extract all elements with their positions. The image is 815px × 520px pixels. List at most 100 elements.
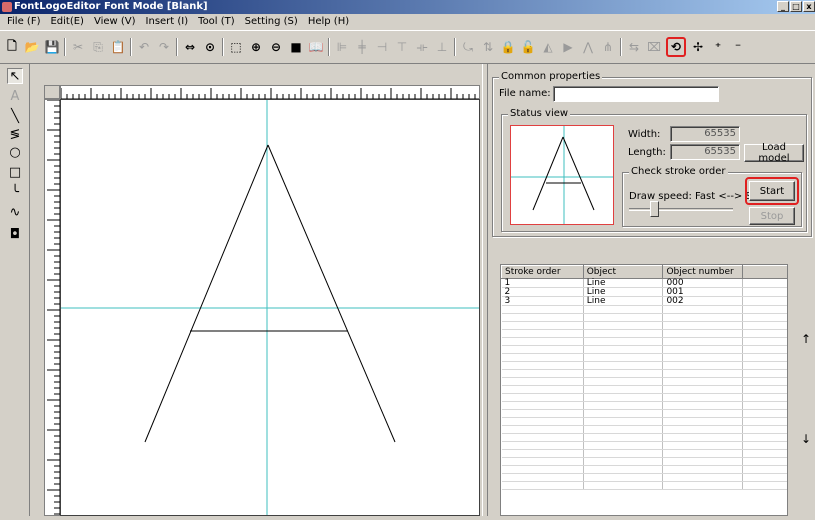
mirror-v-icon[interactable]: ⋔ [600,39,616,55]
table-row [501,433,787,442]
open-icon[interactable]: 📂 [24,39,40,55]
text-a-icon[interactable]: A [7,88,23,104]
close-button[interactable]: x [803,1,815,12]
save-icon[interactable]: 💾 [44,39,60,55]
table-cell [662,329,744,338]
table-cell [501,337,584,346]
freehand-tool-icon[interactable]: ≶ [7,126,23,142]
table-row [501,441,787,450]
column-header[interactable]: Object [582,265,664,279]
undo-icon[interactable]: ↶ [136,39,152,55]
rectangle-tool-icon[interactable]: □ [7,164,23,180]
select-region-icon[interactable]: ⬚ [228,39,244,55]
connect-icon[interactable]: ⇆ [626,39,642,55]
add-point-icon[interactable]: ✢ [690,39,706,55]
table-cell [742,385,787,394]
cut-icon[interactable]: ✂ [70,39,86,55]
load-model-button[interactable]: Load model [744,142,804,164]
delete-point-icon[interactable]: ⁻ [730,39,746,55]
table-row[interactable]: 2 Line 001 [501,287,787,297]
menu-edit[interactable]: Edit(E) [45,14,89,30]
table-cell [662,305,744,314]
table-cell [662,449,744,458]
check-stroke-order-group: Check stroke order Draw speed: Fast <-->… [622,166,802,227]
table-row [501,337,787,346]
maximize-button[interactable]: □ [790,1,802,12]
curve-tool-icon[interactable]: ∿ [7,204,23,220]
minimize-button[interactable]: _ [777,1,789,12]
unlock-icon[interactable]: 🔓 [520,39,536,55]
table-cell [501,433,584,442]
rotate-icon[interactable]: ⤿ [460,39,476,55]
menu-setting[interactable]: Setting (S) [240,14,303,30]
flip-h-icon[interactable]: ◭ [540,39,556,55]
align-middle-icon[interactable]: ⟛ [414,39,430,55]
table-cell [742,425,787,434]
table-cell [583,361,664,370]
table-cell [742,287,787,297]
stroke-line-001[interactable] [267,144,396,443]
paste-icon[interactable]: 📋 [110,39,126,55]
table-cell [662,433,744,442]
check-stroke-order-title: Check stroke order [629,166,728,177]
stop-icon[interactable]: ■ [288,39,304,55]
mirror-icon[interactable]: ⋀ [580,39,596,55]
new-icon[interactable]: 🗋 [4,39,20,55]
table-row [501,481,787,490]
select-arrow-icon[interactable]: ↖ [7,68,23,84]
stroke-order-list-icon[interactable]: ⌧ [646,39,662,55]
horizontal-ruler [60,85,480,100]
zoom-out-icon[interactable]: ⊖ [268,39,284,55]
table-cell [501,465,584,474]
menu-file[interactable]: File (F) [2,14,45,30]
table-cell [742,377,787,386]
menu-help[interactable]: Help (H) [303,14,354,30]
table-cell [583,433,664,442]
draw-speed-track [629,208,733,211]
menu-tool[interactable]: Tool (T) [193,14,240,30]
column-header[interactable]: Stroke order [501,265,584,279]
zoom-in-icon[interactable]: ⊕ [248,39,264,55]
toolbar-separator [454,38,456,56]
flip-icon[interactable]: ⇅ [480,39,496,55]
table-cell [662,377,744,386]
column-header[interactable] [742,265,787,279]
align-top-icon[interactable]: ⊤ [394,39,410,55]
menu-view[interactable]: View (V) [89,14,141,30]
drawing-canvas[interactable] [60,99,480,516]
lock-icon[interactable]: 🔒 [500,39,516,55]
common-properties-title: Common properties [499,71,603,82]
table-cell [501,473,584,482]
circle-tool-icon[interactable]: ○ [7,144,23,160]
draw-speed-slider[interactable] [650,201,659,217]
column-header[interactable]: Object number [662,265,744,279]
redo-icon[interactable]: ↷ [156,39,172,55]
table-row[interactable]: 3 Line 002 [501,296,787,306]
line-tool-icon[interactable]: ╲ [7,108,23,124]
align-left-icon[interactable]: ⊫ [334,39,350,55]
table-row[interactable]: 1 Line 000 [501,278,787,288]
table-cell [662,441,744,450]
zoom-icon[interactable]: ⊙ [202,39,218,55]
file-name-field[interactable] [553,86,719,102]
stroke-line-000[interactable] [144,144,269,443]
insert-point-icon[interactable]: ⁺ [710,39,726,55]
stroke-order-icon[interactable]: ⟲ [666,37,686,57]
table-cell [742,393,787,402]
align-right-icon[interactable]: ⊣ [374,39,390,55]
play-icon[interactable]: ▶ [560,39,576,55]
book-icon[interactable]: 📖 [308,39,324,55]
toolbar-separator [130,38,132,56]
table-row [501,321,787,330]
align-center-icon[interactable]: ╪ [354,39,370,55]
menu-insert[interactable]: Insert (I) [141,14,194,30]
table-cell [501,457,584,466]
fill-tool-icon[interactable]: ◘ [7,226,23,242]
copy-icon[interactable]: ⎘ [90,39,106,55]
move-down-button[interactable]: ↓ [801,432,811,446]
arc-tool-icon[interactable]: ╰ [7,184,23,200]
fit-width-icon[interactable]: ⇔ [182,39,198,55]
align-bottom-icon[interactable]: ⊥ [434,39,450,55]
move-up-button[interactable]: ↑ [801,332,811,346]
table-row [501,369,787,378]
